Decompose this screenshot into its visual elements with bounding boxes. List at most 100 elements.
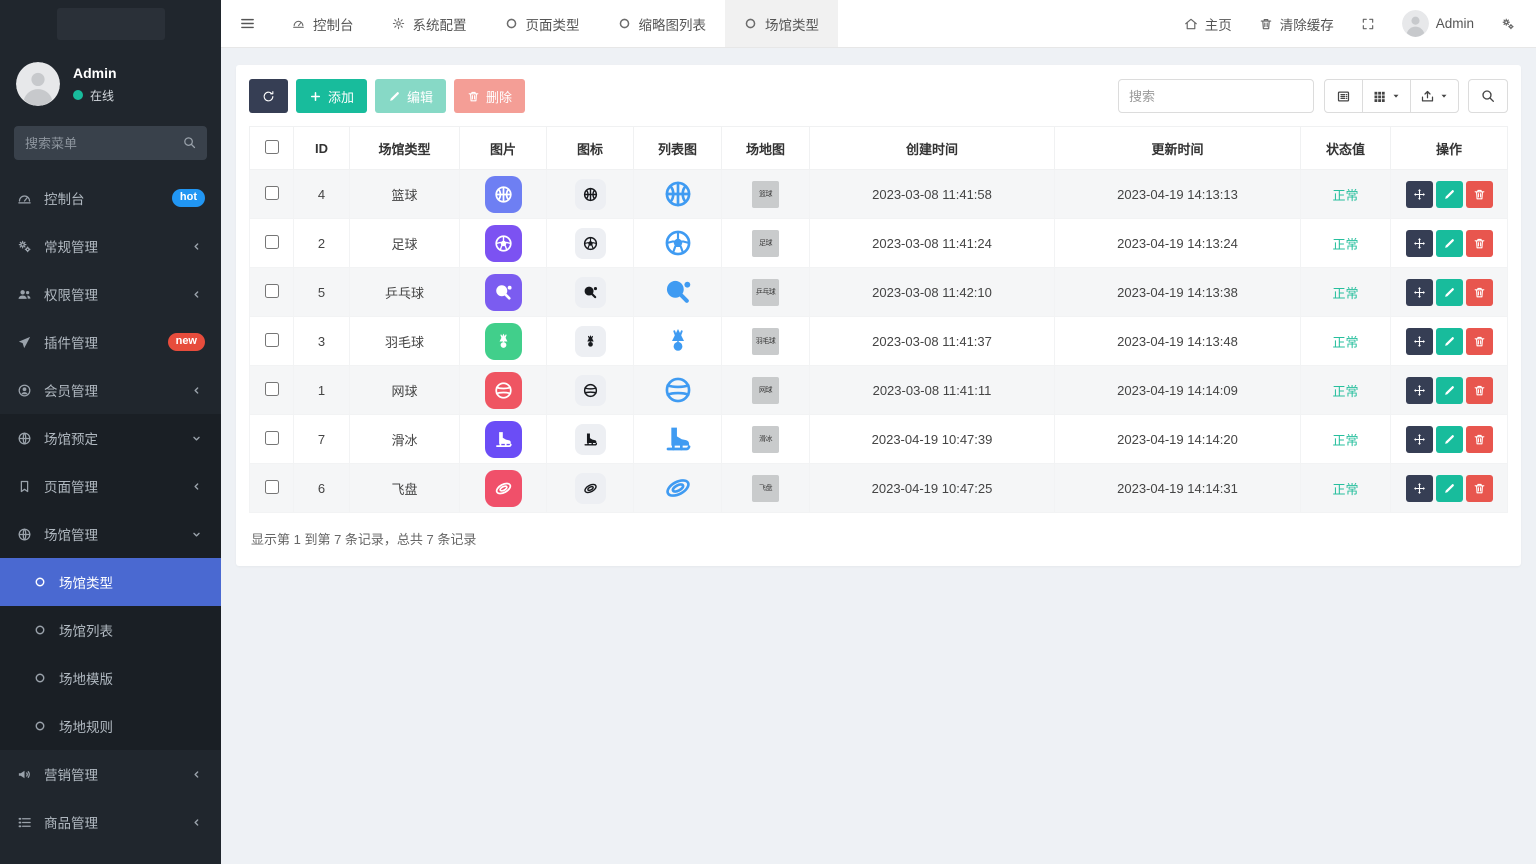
avatar[interactable] [16, 62, 60, 106]
icon-thumbnail[interactable] [575, 179, 606, 210]
icon-thumbnail[interactable] [575, 375, 606, 406]
sidebar-item-page-manage[interactable]: 页面管理 [0, 462, 221, 510]
list-image-thumbnail[interactable] [662, 276, 694, 308]
field-map-thumbnail[interactable]: 网球 [752, 377, 779, 404]
row-edit-button[interactable] [1436, 475, 1463, 502]
menu-search-input[interactable] [14, 126, 207, 160]
refresh-button[interactable] [249, 79, 288, 113]
field-map-thumbnail[interactable]: 滑冰 [752, 426, 779, 453]
column-header[interactable]: 状态值 [1301, 127, 1391, 170]
image-thumbnail[interactable] [485, 274, 522, 311]
list-image-thumbnail[interactable] [662, 374, 694, 406]
list-image-thumbnail[interactable] [662, 423, 694, 455]
row-delete-button[interactable] [1466, 230, 1493, 257]
icon-thumbnail[interactable] [575, 326, 606, 357]
select-all-checkbox[interactable] [265, 140, 279, 154]
delete-button[interactable]: 删除 [454, 79, 525, 113]
sidebar-item-goods[interactable]: 商品管理 [0, 798, 221, 846]
columns-button[interactable] [1362, 79, 1411, 113]
row-checkbox[interactable] [265, 431, 279, 445]
sidebar-item-venue-list[interactable]: 场馆列表 [0, 606, 221, 654]
hamburger-menu-button[interactable] [221, 0, 273, 47]
edit-button[interactable]: 编辑 [375, 79, 446, 113]
column-header[interactable]: 更新时间 [1055, 127, 1301, 170]
sidebar-item-general[interactable]: 常规管理 [0, 222, 221, 270]
sidebar-item-venue-manage[interactable]: 场馆管理 [0, 510, 221, 558]
search-toggle-button[interactable] [1468, 79, 1508, 113]
icon-thumbnail[interactable] [575, 424, 606, 455]
row-edit-button[interactable] [1436, 181, 1463, 208]
row-delete-button[interactable] [1466, 279, 1493, 306]
row-edit-button[interactable] [1436, 279, 1463, 306]
column-header[interactable]: 图片 [460, 127, 547, 170]
add-button[interactable]: 添加 [296, 79, 367, 113]
drag-sort-button[interactable] [1406, 230, 1433, 257]
sidebar-item-addon[interactable]: 插件管理new [0, 318, 221, 366]
drag-sort-button[interactable] [1406, 426, 1433, 453]
sidebar-item-field-template[interactable]: 场地模版 [0, 654, 221, 702]
sidebar-item-dashboard[interactable]: 控制台hot [0, 174, 221, 222]
image-thumbnail[interactable] [485, 372, 522, 409]
field-map-thumbnail[interactable]: 羽毛球 [752, 328, 779, 355]
column-header[interactable]: 图标 [547, 127, 634, 170]
drag-sort-button[interactable] [1406, 181, 1433, 208]
sidebar-item-member[interactable]: 会员管理 [0, 366, 221, 414]
tab-page-type[interactable]: 页面类型 [486, 0, 599, 47]
tab-dashboard[interactable]: 控制台 [273, 0, 373, 47]
fullscreen-button[interactable] [1361, 17, 1375, 31]
column-header[interactable]: 场馆类型 [350, 127, 460, 170]
sidebar-item-field-rule[interactable]: 场地规则 [0, 702, 221, 750]
field-map-thumbnail[interactable]: 飞盘 [752, 475, 779, 502]
field-map-thumbnail[interactable]: 足球 [752, 230, 779, 257]
drag-sort-button[interactable] [1406, 475, 1433, 502]
row-delete-button[interactable] [1466, 475, 1493, 502]
row-checkbox[interactable] [265, 382, 279, 396]
settings-button[interactable] [1501, 17, 1515, 31]
row-delete-button[interactable] [1466, 377, 1493, 404]
sidebar-item-venue-booking[interactable]: 场馆预定 [0, 414, 221, 462]
list-image-thumbnail[interactable] [662, 227, 694, 259]
drag-sort-button[interactable] [1406, 279, 1433, 306]
table-search-input[interactable] [1118, 79, 1314, 113]
image-thumbnail[interactable] [485, 470, 522, 507]
row-edit-button[interactable] [1436, 377, 1463, 404]
row-edit-button[interactable] [1436, 230, 1463, 257]
sidebar-item-marketing[interactable]: 营销管理 [0, 750, 221, 798]
row-delete-button[interactable] [1466, 181, 1493, 208]
image-thumbnail[interactable] [485, 176, 522, 213]
image-thumbnail[interactable] [485, 225, 522, 262]
sidebar-item-auth[interactable]: 权限管理 [0, 270, 221, 318]
list-image-thumbnail[interactable] [662, 325, 694, 357]
icon-thumbnail[interactable] [575, 473, 606, 504]
drag-sort-button[interactable] [1406, 328, 1433, 355]
row-checkbox[interactable] [265, 333, 279, 347]
column-header[interactable]: ID [294, 127, 350, 170]
home-button[interactable]: 主页 [1184, 14, 1232, 34]
image-thumbnail[interactable] [485, 421, 522, 458]
list-image-thumbnail[interactable] [662, 178, 694, 210]
tab-thumb-list[interactable]: 缩略图列表 [599, 0, 726, 47]
column-header[interactable]: 场地图 [722, 127, 810, 170]
field-map-thumbnail[interactable]: 篮球 [752, 181, 779, 208]
drag-sort-button[interactable] [1406, 377, 1433, 404]
sidebar-item-venue-type[interactable]: 场馆类型 [0, 558, 221, 606]
tab-venue-type[interactable]: 场馆类型 [725, 0, 838, 47]
row-checkbox[interactable] [265, 480, 279, 494]
list-image-thumbnail[interactable] [662, 472, 694, 504]
row-checkbox[interactable] [265, 186, 279, 200]
image-thumbnail[interactable] [485, 323, 522, 360]
column-header[interactable]: 操作 [1391, 127, 1508, 170]
clear-cache-button[interactable]: 清除缓存 [1259, 14, 1334, 34]
admin-dropdown[interactable]: Admin [1402, 10, 1474, 37]
tab-system-config[interactable]: 系统配置 [373, 0, 486, 47]
column-header[interactable]: 列表图 [634, 127, 722, 170]
icon-thumbnail[interactable] [575, 228, 606, 259]
row-edit-button[interactable] [1436, 426, 1463, 453]
row-checkbox[interactable] [265, 284, 279, 298]
row-delete-button[interactable] [1466, 426, 1493, 453]
row-checkbox[interactable] [265, 235, 279, 249]
export-button[interactable] [1410, 79, 1459, 113]
row-edit-button[interactable] [1436, 328, 1463, 355]
toggle-view-button[interactable] [1324, 79, 1363, 113]
icon-thumbnail[interactable] [575, 277, 606, 308]
